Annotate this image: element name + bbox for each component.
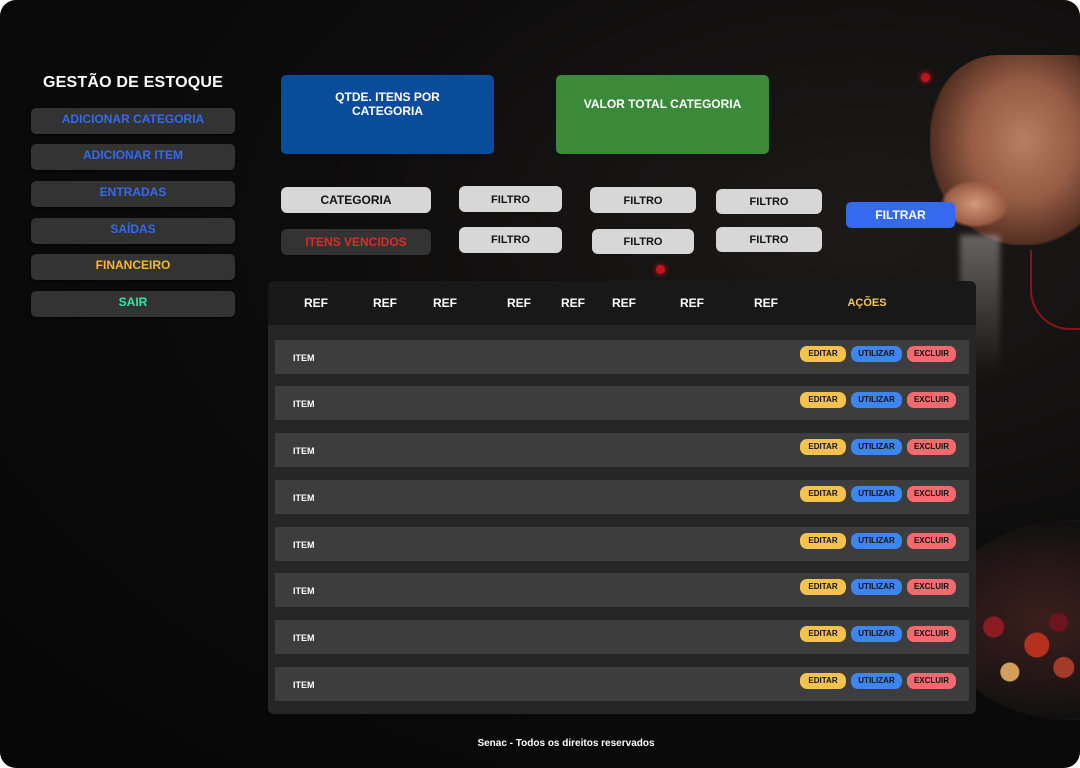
- categoria-select-label: CATEGORIA: [320, 193, 392, 207]
- row-item-label: ITEM: [293, 493, 315, 503]
- column-header[interactable]: REF: [373, 296, 397, 310]
- delete-button[interactable]: EXCLUIR: [907, 673, 956, 689]
- background-food-image: [972, 600, 1080, 690]
- filter-field-6[interactable]: FILTRO: [716, 227, 822, 252]
- sidebar-item-saidas[interactable]: SAÍDAS: [31, 218, 235, 244]
- delete-button[interactable]: EXCLUIR: [907, 392, 956, 408]
- sidebar-item-adicionar-categoria[interactable]: ADICIONAR CATEGORIA: [31, 108, 235, 134]
- filter-field-1[interactable]: FILTRO: [459, 186, 562, 212]
- inventory-table: REF REF REF REF REF REF REF REF AÇÕES IT…: [268, 281, 976, 714]
- qtde-itens-card[interactable]: QTDE. ITENS POR CATEGORIA: [281, 75, 494, 154]
- delete-button[interactable]: EXCLUIR: [907, 533, 956, 549]
- edit-button[interactable]: EDITAR: [800, 486, 846, 502]
- table-row[interactable]: ITEM EDITAR UTILIZAR EXCLUIR: [275, 480, 969, 514]
- row-item-label: ITEM: [293, 353, 315, 363]
- filter-field-label: FILTRO: [749, 234, 789, 246]
- edit-button[interactable]: EDITAR: [800, 346, 846, 362]
- sidebar-item-adicionar-item[interactable]: ADICIONAR ITEM: [31, 144, 235, 170]
- column-header[interactable]: REF: [433, 296, 457, 310]
- use-button[interactable]: UTILIZAR: [851, 626, 902, 642]
- sidebar-item-label: SAÍDAS: [110, 222, 156, 236]
- sidebar-item-entradas[interactable]: ENTRADAS: [31, 181, 235, 207]
- use-button[interactable]: UTILIZAR: [851, 486, 902, 502]
- itens-vencidos-label: ITENS VENCIDOS: [305, 235, 407, 249]
- table-row[interactable]: ITEM EDITAR UTILIZAR EXCLUIR: [275, 527, 969, 561]
- table-row[interactable]: ITEM EDITAR UTILIZAR EXCLUIR: [275, 620, 969, 654]
- sidebar-item-financeiro[interactable]: FINANCEIRO: [31, 254, 235, 280]
- edit-button[interactable]: EDITAR: [800, 439, 846, 455]
- edit-button[interactable]: EDITAR: [800, 533, 846, 549]
- column-header[interactable]: REF: [754, 296, 778, 310]
- qtde-itens-card-line2: CATEGORIA: [351, 104, 424, 118]
- use-button[interactable]: UTILIZAR: [851, 579, 902, 595]
- delete-button[interactable]: EXCLUIR: [907, 486, 956, 502]
- delete-button[interactable]: EXCLUIR: [907, 346, 956, 362]
- filter-field-label: FILTRO: [623, 195, 663, 207]
- use-button[interactable]: UTILIZAR: [851, 439, 902, 455]
- filtrar-button-label: FILTRAR: [875, 208, 926, 222]
- column-header[interactable]: REF: [304, 296, 328, 310]
- edit-button[interactable]: EDITAR: [800, 392, 846, 408]
- use-button[interactable]: UTILIZAR: [851, 533, 902, 549]
- row-item-label: ITEM: [293, 399, 315, 409]
- filter-field-label: FILTRO: [623, 236, 663, 248]
- filter-field-2[interactable]: FILTRO: [590, 187, 696, 213]
- sidebar-item-label: ADICIONAR ITEM: [83, 148, 183, 162]
- sidebar-item-label: FINANCEIRO: [95, 258, 171, 272]
- footer-copyright: Senac - Todos os direitos reservados: [477, 738, 655, 749]
- use-button[interactable]: UTILIZAR: [851, 673, 902, 689]
- delete-button[interactable]: EXCLUIR: [907, 579, 956, 595]
- filter-field-5[interactable]: FILTRO: [592, 229, 694, 254]
- row-item-label: ITEM: [293, 680, 315, 690]
- table-row[interactable]: ITEM EDITAR UTILIZAR EXCLUIR: [275, 386, 969, 420]
- background-string: [1030, 250, 1080, 330]
- row-item-label: ITEM: [293, 633, 315, 643]
- column-header[interactable]: REF: [612, 296, 636, 310]
- filter-field-3[interactable]: FILTRO: [716, 189, 822, 214]
- edit-button[interactable]: EDITAR: [800, 579, 846, 595]
- filter-field-label: FILTRO: [491, 194, 530, 206]
- table-row[interactable]: ITEM EDITAR UTILIZAR EXCLUIR: [275, 433, 969, 467]
- valor-total-card[interactable]: VALOR TOTAL CATEGORIA: [556, 75, 769, 154]
- filter-field-4[interactable]: FILTRO: [459, 227, 562, 253]
- column-header[interactable]: REF: [561, 296, 585, 310]
- categoria-select[interactable]: CATEGORIA: [281, 187, 431, 213]
- sidebar-item-label: SAIR: [118, 295, 148, 309]
- table-header: REF REF REF REF REF REF REF REF AÇÕES: [268, 281, 976, 325]
- row-item-label: ITEM: [293, 586, 315, 596]
- edit-button[interactable]: EDITAR: [800, 673, 846, 689]
- filtrar-button[interactable]: FILTRAR: [846, 202, 955, 228]
- table-row[interactable]: ITEM EDITAR UTILIZAR EXCLUIR: [275, 573, 969, 607]
- edit-button[interactable]: EDITAR: [800, 626, 846, 642]
- itens-vencidos-button[interactable]: ITENS VENCIDOS: [281, 229, 431, 255]
- background-red-dot: [921, 73, 930, 82]
- filter-field-label: FILTRO: [749, 196, 789, 208]
- column-header[interactable]: REF: [507, 296, 531, 310]
- sidebar-item-label: ENTRADAS: [99, 185, 167, 199]
- column-header[interactable]: REF: [680, 296, 704, 310]
- background-red-dot: [656, 265, 665, 274]
- table-row[interactable]: ITEM EDITAR UTILIZAR EXCLUIR: [275, 667, 969, 701]
- sidebar-item-label: ADICIONAR CATEGORIA: [61, 112, 205, 126]
- row-item-label: ITEM: [293, 446, 315, 456]
- filter-field-label: FILTRO: [491, 234, 530, 246]
- valor-total-card-label: VALOR TOTAL CATEGORIA: [583, 97, 742, 111]
- delete-button[interactable]: EXCLUIR: [907, 439, 956, 455]
- use-button[interactable]: UTILIZAR: [851, 392, 902, 408]
- column-header-acoes: AÇÕES: [847, 297, 887, 309]
- delete-button[interactable]: EXCLUIR: [907, 626, 956, 642]
- sidebar-item-sair[interactable]: SAIR: [31, 291, 235, 317]
- use-button[interactable]: UTILIZAR: [851, 346, 902, 362]
- row-item-label: ITEM: [293, 540, 315, 550]
- sidebar-title: GESTÃO DE ESTOQUE: [42, 74, 224, 91]
- table-row[interactable]: ITEM EDITAR UTILIZAR EXCLUIR: [275, 340, 969, 374]
- app-window: GESTÃO DE ESTOQUE ADICIONAR CATEGORIA AD…: [0, 0, 1080, 768]
- qtde-itens-card-line1: QTDE. ITENS POR: [335, 90, 440, 104]
